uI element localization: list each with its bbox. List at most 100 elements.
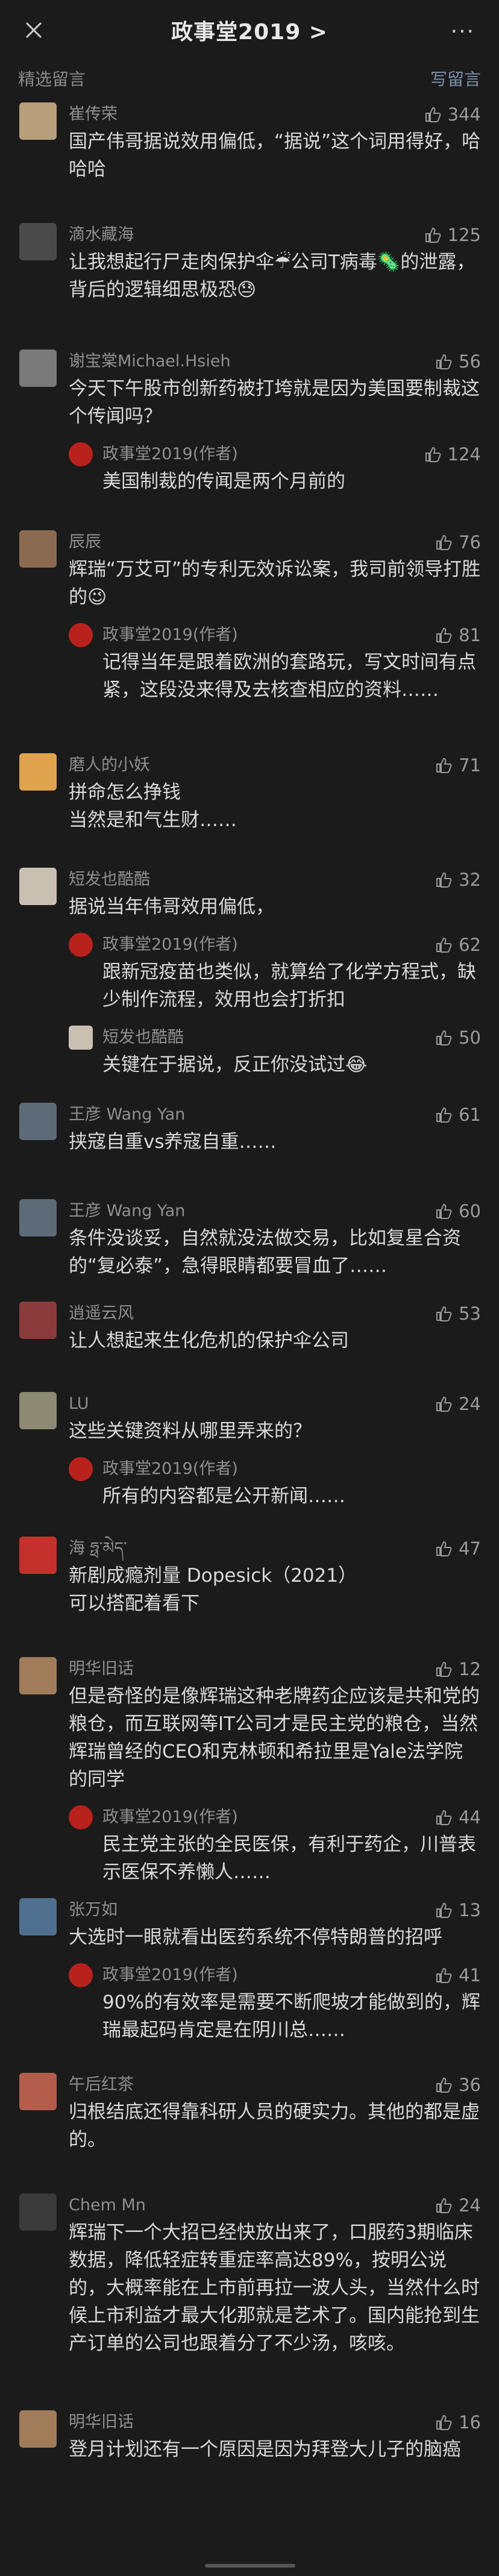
avatar[interactable] [19,1199,57,1236]
like-button[interactable]: 60 [435,1199,481,1223]
reply-username[interactable]: 政事堂2019(作者) [102,933,481,957]
avatar[interactable] [19,753,57,791]
like-count: 53 [459,1303,481,1324]
comment-text: 归根结底还得靠科研人员的硬实力。其他的都是虚的。 [69,2101,480,2151]
avatar[interactable] [19,1302,57,1339]
like-button[interactable]: 32 [435,868,481,892]
like-button[interactable]: 47 [435,1537,481,1561]
comment-username[interactable]: 明华旧话 [69,1657,481,1681]
like-button[interactable]: 125 [424,223,481,247]
like-button[interactable]: 81 [435,623,481,647]
write-comment-link[interactable]: 写留言 [430,66,481,90]
comment-item: 王彦 Wang Yan 61 挟寇自重vs养寇自重…… [0,1103,499,1156]
comment-username[interactable]: 王彦 Wang Yan [69,1103,481,1127]
avatar[interactable] [19,1898,57,1935]
comment-text: 据说当年伟哥效用偏低， [69,896,274,918]
reply-username[interactable]: 短发也酷酷 [102,1026,481,1050]
like-icon [436,627,452,643]
like-icon [436,1541,452,1556]
close-icon[interactable] [24,20,43,40]
comment-item: 海 ཧྥ་མེད་ 47 新剧成瘾剂量 Dopesick（2021） 可以搭配着看下 [0,1537,499,1617]
like-button[interactable]: 53 [435,1302,481,1326]
comment-username[interactable]: LU [69,1392,481,1416]
like-button[interactable]: 24 [435,1392,481,1416]
reply-text: 美国制裁的传闻是两个月前的 [102,471,345,492]
author-avatar [69,442,93,466]
reply-text: 记得当年是跟着欧洲的套路玩，写文时间有点紧，这段没来得及去核查相应的资料…… [102,651,476,701]
like-icon [436,1661,452,1677]
like-button[interactable]: 44 [435,1805,481,1829]
comment-username[interactable]: 滴水藏海 [69,223,481,247]
avatar[interactable] [19,868,57,905]
comment-text: 但是奇怪的是像辉瑞这种老牌药企应该是共和党的粮仓，而互联网等IT公司才是民主党的… [69,1685,480,1790]
like-icon [436,1810,452,1825]
comment-username[interactable]: 张万如 [69,1898,481,1922]
avatar[interactable] [19,223,57,260]
comment-username[interactable]: 短发也酷酷 [69,868,481,892]
comment-text: 这些关键资料从哪里弄来的？ [69,1420,312,1442]
avatar[interactable] [19,530,57,568]
top-bar: 政事堂2019 > ··· [0,0,499,60]
comment-username[interactable]: 崔传荣 [69,102,481,127]
comment-username[interactable]: 逍遥云风 [69,1302,481,1326]
like-button[interactable]: 76 [435,530,481,554]
like-button[interactable]: 12 [435,1657,481,1681]
avatar[interactable] [19,2073,57,2110]
reply-username[interactable]: 政事堂2019(作者) [102,623,481,647]
avatar[interactable] [19,349,57,387]
more-icon[interactable]: ··· [451,19,475,44]
like-button[interactable]: 50 [435,1026,481,1050]
avatar[interactable] [19,1103,57,1140]
like-button[interactable]: 124 [424,442,481,466]
comment-username[interactable]: 磨人的小妖 [69,753,481,777]
like-button[interactable]: 62 [435,933,481,957]
comment-username[interactable]: 海 ཧྥ་མེད་ [69,1537,481,1561]
like-count: 41 [459,1965,481,1985]
like-button[interactable]: 71 [435,753,481,777]
like-button[interactable]: 56 [435,349,481,374]
comment-username[interactable]: Chem Mn [69,2193,481,2217]
like-icon [436,2198,452,2213]
like-button[interactable]: 41 [435,1963,481,1987]
like-count: 71 [459,755,481,776]
like-button[interactable]: 16 [435,2410,481,2434]
reply-username[interactable]: 政事堂2019(作者) [102,1457,481,1481]
avatar[interactable] [19,1392,57,1429]
avatar[interactable] [69,1026,93,1050]
avatar[interactable] [19,1537,57,1574]
comment-text: 新剧成瘾剂量 Dopesick（2021） 可以搭配着看下 [69,1565,357,1614]
reply-text: 90%的有效率是需要不断爬坡才能做到的，辉瑞最起码肯定是在阴川总…… [102,1992,480,2041]
reply-text: 所有的内容都是公开新闻…… [102,1485,345,1507]
like-button[interactable]: 36 [435,2073,481,2097]
avatar[interactable] [19,2193,57,2231]
reply-username[interactable]: 政事堂2019(作者) [102,1805,481,1829]
like-count: 24 [459,1394,481,1414]
like-button[interactable]: 344 [424,102,481,127]
avatar[interactable] [19,102,57,140]
author-avatar [69,1805,93,1829]
like-count: 16 [459,2412,481,2433]
like-count: 56 [459,351,481,372]
avatar[interactable] [19,1657,57,1694]
like-button[interactable]: 61 [435,1103,481,1127]
comment-item: 明华旧话 16 登月计划还有一个原因是因为拜登大儿子的脑癌 [0,2410,499,2463]
comment-username[interactable]: 王彦 Wang Yan [69,1199,481,1223]
author-reply: 政事堂2019(作者) 81 记得当年是跟着欧洲的套路玩，写文时间有点紧，这段没来得… [69,623,481,704]
comment-username[interactable]: 辰辰 [69,530,481,554]
like-icon [436,872,452,888]
like-icon [436,1967,452,1983]
like-icon [436,757,452,773]
author-avatar [69,933,93,957]
like-count: 60 [459,1201,481,1221]
like-button[interactable]: 24 [435,2193,481,2217]
account-title[interactable]: 政事堂2019 > [171,14,328,46]
comment-username[interactable]: 明华旧话 [69,2410,481,2434]
like-count: 50 [459,1027,481,1048]
reply-username[interactable]: 政事堂2019(作者) [102,1963,481,1987]
like-button[interactable]: 13 [435,1898,481,1922]
avatar[interactable] [19,2410,57,2448]
comment-item: 短发也酷酷 32 据说当年伟哥效用偏低， 政事堂2019(作者) 62 跟新冠疫苗也类似，… [0,868,499,1079]
comment-username[interactable]: 午后红茶 [69,2073,481,2097]
comment-username[interactable]: 谢宝棠Michael.Hsieh [69,349,481,374]
author-reply: 政事堂2019(作者) 62 跟新冠疫苗也类似，就算给了化学方程式，缺少制作流程，效… [69,933,481,1014]
